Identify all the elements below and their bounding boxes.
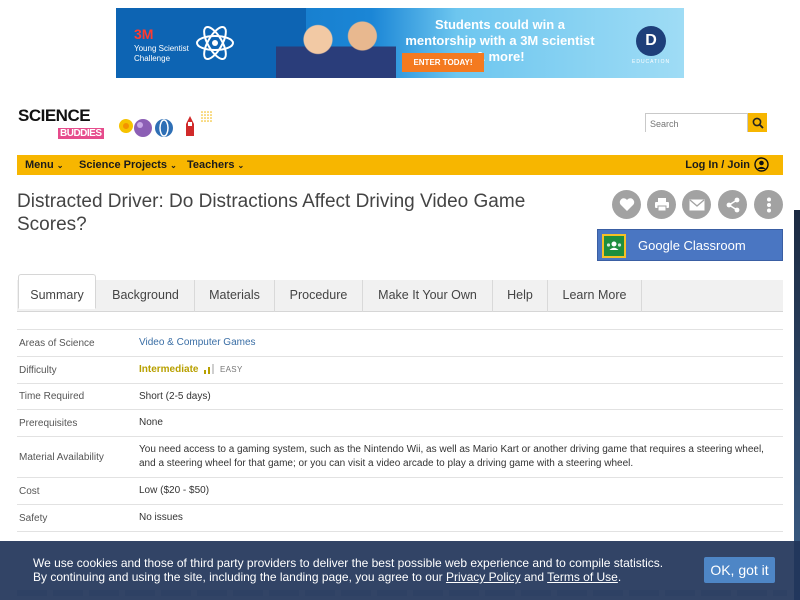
table-row: Prerequisites None (17, 409, 783, 437)
time-label: Time Required (17, 383, 137, 410)
ad-photo (276, 8, 396, 78)
nav-science-projects[interactable]: Science Projects ⌄ (79, 155, 177, 175)
material-value: You need access to a gaming system, such… (137, 436, 783, 478)
share-button[interactable] (718, 190, 747, 219)
terms-of-use-link[interactable]: Terms of Use (547, 570, 618, 584)
tab-summary[interactable]: Summary (18, 274, 96, 309)
discovery-education-label: EDUCATION (632, 59, 671, 65)
areas-label: Areas of Science (17, 329, 137, 357)
prereq-value: None (137, 409, 783, 437)
atom-icon (196, 26, 234, 60)
printer-icon (654, 198, 669, 212)
tab-materials[interactable]: Materials (195, 280, 275, 312)
discovery-logo: D (636, 26, 666, 56)
prereq-label: Prerequisites (17, 409, 137, 437)
main-nav: Menu ⌄ Science Projects ⌄ Teachers ⌄ Log In… (17, 155, 783, 175)
difficulty-level: Intermediate (139, 364, 199, 375)
more-vertical-icon (766, 197, 771, 212)
chevron-down-icon: ⌄ (237, 161, 245, 170)
share-icon (726, 197, 739, 212)
ad-banner[interactable]: 3M Young Scientist Challenge Students co… (116, 8, 684, 78)
table-row: Material Availability You need access to… (17, 436, 783, 478)
nav-menu[interactable]: Menu ⌄ (25, 155, 63, 175)
google-classroom-icon (602, 234, 626, 258)
google-classroom-button[interactable]: Google Classroom (597, 229, 783, 261)
print-button[interactable] (647, 190, 676, 219)
time-value: Short (2-5 days) (137, 383, 783, 410)
table-row: Cost Low ($20 - $50) (17, 477, 783, 505)
search-box (645, 113, 748, 133)
search-input[interactable] (646, 115, 747, 133)
search-button[interactable] (748, 113, 767, 132)
site-logo[interactable]: SCIENCE BUDDIES (18, 104, 212, 144)
table-row: Safety No issues (17, 504, 783, 532)
heart-icon (619, 198, 634, 211)
cost-label: Cost (17, 477, 137, 505)
project-summary-table: Areas of Science Video & Computer Games … (17, 329, 783, 532)
table-row: Difficulty Intermediate EASY (17, 356, 783, 384)
cookie-accept-button[interactable]: OK, got it (704, 557, 775, 583)
google-classroom-label: Google Classroom (638, 238, 746, 253)
nav-login-join[interactable]: Log In / Join (685, 155, 750, 175)
difficulty-bars-icon (204, 364, 215, 375)
logo-science-icons (119, 111, 212, 137)
user-icon[interactable] (754, 157, 769, 172)
material-label: Material Availability (17, 436, 137, 478)
difficulty-label: Difficulty (17, 356, 137, 384)
page-title: Distracted Driver: Do Distractions Affec… (17, 191, 526, 235)
cookie-message: We use cookies and those of third party … (33, 556, 664, 584)
table-row: Areas of Science Video & Computer Games (17, 329, 783, 357)
ad-enter-button[interactable]: ENTER TODAY! (402, 53, 484, 72)
logo-line-buddies: BUDDIES (58, 128, 104, 139)
tab-background[interactable]: Background (97, 280, 195, 312)
logo-line-science: SCIENCE (18, 106, 91, 125)
ad-brand: 3M (134, 26, 154, 42)
tab-help[interactable]: Help (493, 280, 548, 312)
safety-value: No issues (137, 504, 783, 532)
nav-teachers[interactable]: Teachers ⌄ (187, 155, 244, 175)
chevron-down-icon: ⌄ (170, 161, 177, 170)
difficulty-value: Intermediate EASY (137, 356, 783, 384)
mail-icon (689, 199, 704, 210)
more-options-button[interactable] (754, 190, 783, 219)
areas-link[interactable]: Video & Computer Games (139, 337, 256, 348)
cost-value: Low ($20 - $50) (137, 477, 783, 505)
search-icon (752, 117, 764, 129)
tab-procedure[interactable]: Procedure (275, 280, 363, 312)
cookie-banner: We use cookies and those of third party … (0, 541, 800, 600)
difficulty-scale: EASY (220, 365, 243, 374)
privacy-policy-link[interactable]: Privacy Policy (446, 570, 521, 584)
email-button[interactable] (682, 190, 711, 219)
project-tabs: Summary Background Materials Procedure M… (17, 274, 783, 312)
ad-program: Young Scientist Challenge (134, 44, 189, 63)
tab-learn-more[interactable]: Learn More (548, 280, 642, 312)
safety-label: Safety (17, 504, 137, 532)
tab-make-it-your-own[interactable]: Make It Your Own (363, 280, 493, 312)
chevron-down-icon: ⌄ (56, 161, 64, 170)
table-row: Time Required Short (2-5 days) (17, 383, 783, 410)
favorite-button[interactable] (612, 190, 641, 219)
